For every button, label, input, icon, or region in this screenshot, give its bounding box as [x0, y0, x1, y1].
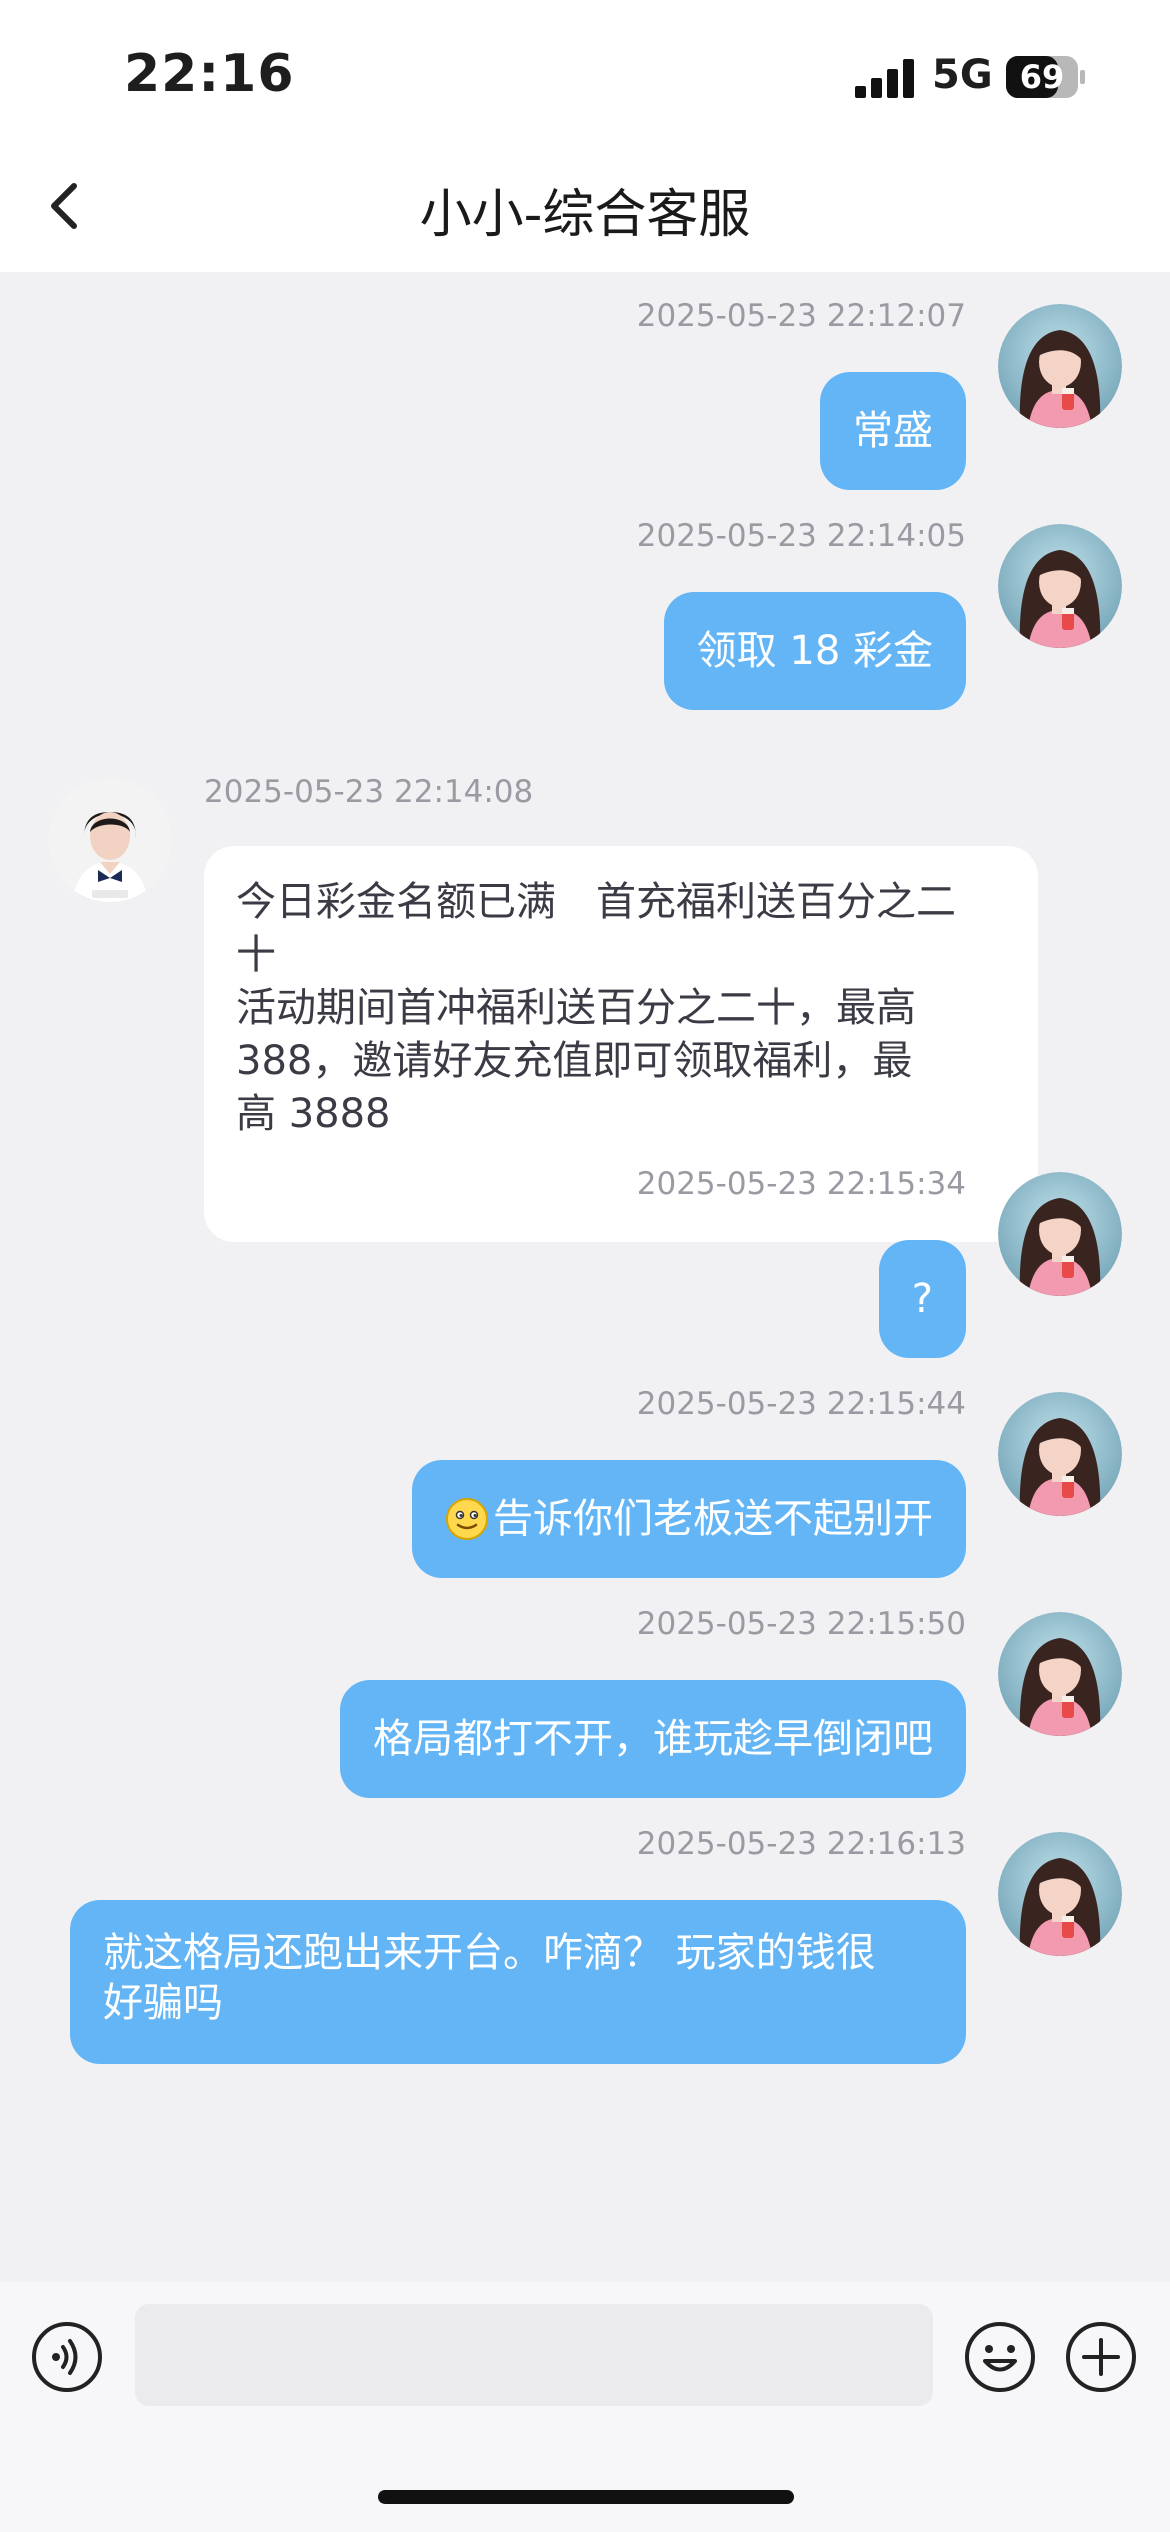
message-input[interactable] [135, 2304, 933, 2406]
message-timestamp: 2025-05-23 22:15:34 [636, 1166, 966, 1202]
agent-avatar[interactable] [48, 778, 172, 902]
message-timestamp: 2025-05-23 22:15:44 [636, 1386, 966, 1422]
network-type: 5G [932, 52, 993, 98]
outgoing-message-bubble[interactable]: 领取 18 彩金 [663, 592, 966, 710]
message-timestamp: 2025-05-23 22:14:08 [204, 774, 534, 810]
message-line: 活动期间首冲福利送百分之二十，最高 [236, 985, 916, 1031]
battery-icon: 69 [1006, 56, 1086, 98]
page-title: 小小-综合客服 [419, 185, 751, 245]
message-text: ? [911, 1275, 933, 1322]
user-avatar[interactable] [998, 304, 1122, 428]
message-line: 今日彩金名额已满 首充福利送百分之二 [236, 879, 956, 925]
battery-level: 69 [1019, 58, 1065, 96]
outgoing-message-bubble[interactable]: ? [878, 1240, 966, 1358]
outgoing-message-bubble[interactable]: 常盛 [820, 372, 966, 490]
outgoing-message-bubble[interactable]: 告诉你们老板送不起别开 [412, 1460, 966, 1578]
signal-icon [855, 59, 914, 98]
message-line: 好骗吗 [103, 1980, 223, 2026]
user-avatar[interactable] [998, 1832, 1122, 1956]
status-bar: 22:16 5G 69 [0, 0, 1170, 150]
message-line: 高 3888 [236, 1091, 391, 1137]
user-avatar[interactable] [998, 1612, 1122, 1736]
chat-area[interactable]: 2025-05-23 22:12:07 常盛 2025-05-23 22:14:… [0, 272, 1170, 2282]
smiling-face-icon [446, 1498, 488, 1540]
home-indicator [378, 2490, 794, 2504]
emoji-icon[interactable] [963, 2320, 1037, 2394]
user-avatar[interactable] [998, 1172, 1122, 1296]
message-line: 就这格局还跑出来开台。咋滴？ 玩家的钱很 [103, 1930, 876, 1976]
message-text: 领取 18 彩金 [696, 627, 933, 674]
message-text: 格局都打不开，谁玩趁早倒闭吧 [373, 1715, 933, 1762]
message-text: 常盛 [853, 407, 933, 454]
status-time: 22:16 [124, 44, 295, 104]
outgoing-message-bubble[interactable]: 就这格局还跑出来开台。咋滴？ 玩家的钱很 好骗吗 [70, 1900, 966, 2064]
message-line: 十 [236, 932, 276, 978]
message-timestamp: 2025-05-23 22:15:50 [636, 1606, 966, 1642]
message-text: 告诉你们老板送不起别开 [493, 1495, 933, 1542]
outgoing-message-bubble[interactable]: 格局都打不开，谁玩趁早倒闭吧 [340, 1680, 966, 1798]
plus-icon[interactable] [1064, 2320, 1138, 2394]
message-timestamp: 2025-05-23 22:14:05 [636, 518, 966, 554]
user-avatar[interactable] [998, 524, 1122, 648]
voice-icon[interactable] [30, 2320, 104, 2394]
message-timestamp: 2025-05-23 22:16:13 [636, 1826, 966, 1862]
message-timestamp: 2025-05-23 22:12:07 [636, 298, 966, 334]
user-avatar[interactable] [998, 1392, 1122, 1516]
message-line: 388，邀请好友充值即可领取福利，最 [236, 1038, 913, 1084]
